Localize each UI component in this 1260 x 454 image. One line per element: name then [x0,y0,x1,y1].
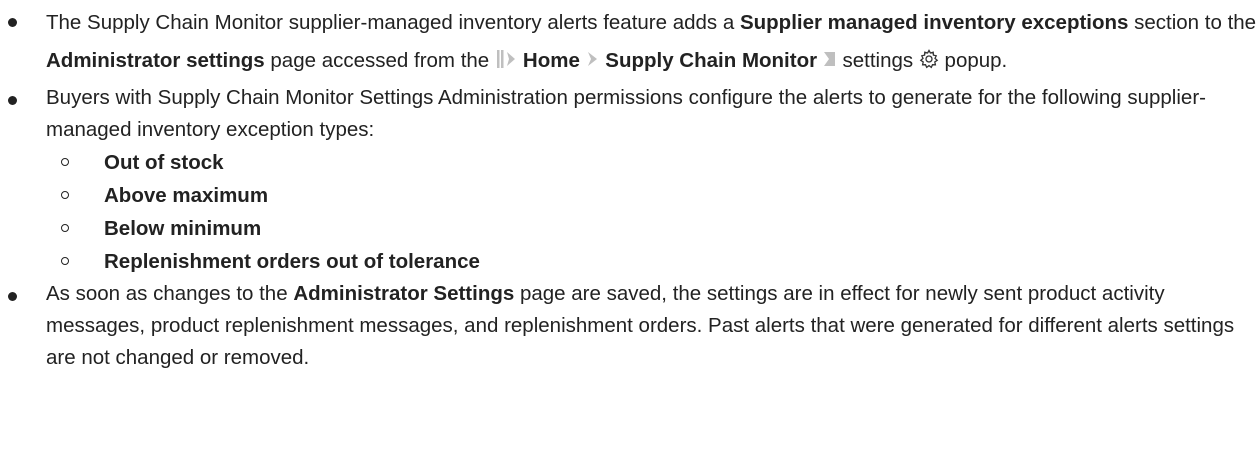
term-administrator-settings: Administrator Settings [293,282,515,305]
breadcrumb-home: Home [522,49,580,72]
text-run: The Supply Chain Monitor supplier-manage… [46,11,740,34]
bullet-text: Buyers with Supply Chain Monitor Setting… [46,86,1206,141]
exception-type-item: Above maximum [58,179,1260,212]
menu-bar-icon [495,44,521,82]
term-supplier-managed-inventory-exceptions: Supplier managed inventory exceptions [739,11,1129,34]
bullet-exception-types: Buyers with Supply Chain Monitor Setting… [0,82,1260,278]
breadcrumb-chevron-icon [586,44,600,82]
term-administrator-settings: Administrator settings [46,49,265,72]
bullet-list: The Supply Chain Monitor supplier-manage… [0,4,1260,374]
text-run: settings [836,49,919,72]
exception-type-item: Below minimum [58,212,1260,245]
exception-type-item: Replenishment orders out of tolerance [58,245,1260,278]
bullet-feature-summary: The Supply Chain Monitor supplier-manage… [0,4,1260,82]
exception-type-label: Below minimum [104,217,262,240]
exception-type-item: Out of stock [58,146,1260,179]
gear-icon [919,44,939,82]
breadcrumb-end-chevron-icon [823,44,837,82]
exception-type-list: Out of stock Above maximum Below minimum… [46,146,1260,278]
text-run: page accessed from the [264,49,495,72]
exception-type-label: Replenishment orders out of tolerance [104,250,480,273]
text-run: section to the [1128,11,1257,34]
exception-type-label: Out of stock [104,151,224,174]
document-body: The Supply Chain Monitor supplier-manage… [0,0,1260,374]
exception-type-label: Above maximum [104,184,269,207]
breadcrumb-supply-chain-monitor: Supply Chain Monitor [605,49,818,72]
text-run: As soon as changes to the [46,282,294,305]
text-run: popup. [938,49,1008,72]
bullet-settings-effect: As soon as changes to the Administrator … [0,278,1260,374]
